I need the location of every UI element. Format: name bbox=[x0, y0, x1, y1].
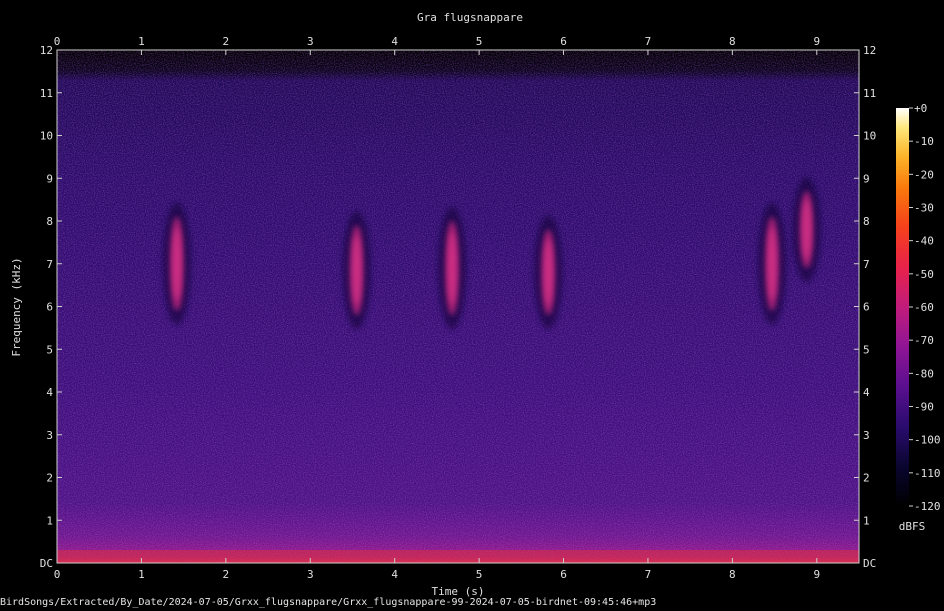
call-core bbox=[803, 200, 811, 259]
y-tick-label: 4 bbox=[46, 386, 53, 399]
y-tick-label-right: DC bbox=[863, 557, 876, 570]
x-tick-label: 0 bbox=[54, 568, 61, 581]
y-tick-label: 6 bbox=[46, 301, 53, 314]
x-tick-label: 4 bbox=[391, 568, 398, 581]
x-tick-label: 2 bbox=[223, 568, 230, 581]
x-tick-label: 1 bbox=[138, 568, 145, 581]
y-tick-label: 1 bbox=[46, 514, 53, 527]
x-tick-label: 5 bbox=[476, 568, 483, 581]
y-tick-label: 11 bbox=[40, 87, 53, 100]
x-tick-label-top: 5 bbox=[476, 35, 483, 48]
y-axis-label: Frequency (kHz) bbox=[10, 257, 23, 356]
plot-area bbox=[57, 50, 859, 563]
x-tick-label-top: 0 bbox=[54, 35, 61, 48]
call-core bbox=[173, 228, 181, 300]
colorbar-tick-label: -90 bbox=[914, 401, 934, 414]
chart-title: Gra flugsnappare bbox=[417, 11, 523, 24]
x-tick-label: 9 bbox=[813, 568, 820, 581]
y-tick-label-right: 3 bbox=[863, 429, 870, 442]
x-tick-label-top: 7 bbox=[645, 35, 652, 48]
file-path-footer: BirdSongs/Extracted/By_Date/2024-07-05/G… bbox=[0, 597, 657, 608]
colorbar-ticks: +0 -10 -20 -30 -40 -50 -60 -70 -80 -90 -100 -110 -12… bbox=[909, 102, 941, 513]
y-tick-label-right: 1 bbox=[863, 514, 870, 527]
y-tick-label-right: 11 bbox=[863, 87, 876, 100]
x-tick-label-top: 9 bbox=[813, 35, 820, 48]
colorbar-gradient bbox=[896, 108, 909, 506]
call-core bbox=[353, 236, 361, 304]
x-tick-label: 3 bbox=[307, 568, 314, 581]
colorbar-tick-label: -40 bbox=[914, 235, 934, 248]
y-tick-label-right: 4 bbox=[863, 386, 870, 399]
call-core bbox=[544, 240, 552, 305]
y-tick-label-right: 7 bbox=[863, 258, 870, 271]
x-tick-label-top: 3 bbox=[307, 35, 314, 48]
x-tick-label-top: 6 bbox=[560, 35, 567, 48]
colorbar-tick-label: -110 bbox=[914, 467, 941, 480]
colorbar-tick-label: -70 bbox=[914, 334, 934, 347]
y-tick-label-right: 5 bbox=[863, 343, 870, 356]
x-tick-label-top: 1 bbox=[138, 35, 145, 48]
y-tick-label: 10 bbox=[40, 130, 53, 143]
y-tick-label: DC bbox=[40, 557, 53, 570]
colorbar-tick-label: -120 bbox=[914, 500, 941, 513]
y-tick-label-right: 10 bbox=[863, 130, 876, 143]
x-axis-label: Time (s) bbox=[432, 585, 485, 597]
y-tick-label: 5 bbox=[46, 343, 53, 356]
call-core bbox=[448, 232, 456, 304]
y-tick-label: 2 bbox=[46, 472, 53, 485]
y-tick-label: 3 bbox=[46, 429, 53, 442]
colorbar-tick-label: -30 bbox=[914, 202, 934, 215]
call-core bbox=[768, 228, 776, 300]
colorbar-label: dBFS bbox=[899, 520, 926, 533]
y-tick-label: 7 bbox=[46, 258, 53, 271]
x-tick-label-top: 2 bbox=[223, 35, 230, 48]
colorbar-tick-label: -50 bbox=[914, 268, 934, 281]
dc-band bbox=[57, 550, 859, 563]
x-tick-label: 6 bbox=[560, 568, 567, 581]
y-tick-label: 12 bbox=[40, 44, 53, 57]
colorbar-tick-label: -80 bbox=[914, 367, 934, 380]
y-tick-label-right: 12 bbox=[863, 44, 876, 57]
y-tick-label-right: 8 bbox=[863, 215, 870, 228]
y-tick-label: 8 bbox=[46, 215, 53, 228]
x-tick-label: 8 bbox=[729, 568, 736, 581]
x-tick-label-top: 8 bbox=[729, 35, 736, 48]
colorbar-tick-label: -10 bbox=[914, 135, 934, 148]
colorbar-tick-label: -60 bbox=[914, 301, 934, 314]
y-tick-label-right: 9 bbox=[863, 172, 870, 185]
x-tick-label-top: 4 bbox=[391, 35, 398, 48]
colorbar-tick-label: -20 bbox=[914, 168, 934, 181]
y-tick-label-right: 2 bbox=[863, 472, 870, 485]
y-tick-label: 9 bbox=[46, 172, 53, 185]
y-tick-label-right: 6 bbox=[863, 301, 870, 314]
colorbar: +0 -10 -20 -30 -40 -50 -60 -70 -80 -90 -100 -110 -12… bbox=[896, 102, 941, 533]
colorbar-tick-label: +0 bbox=[914, 102, 927, 115]
colorbar-tick-label: -100 bbox=[914, 434, 941, 447]
x-tick-label: 7 bbox=[645, 568, 652, 581]
spectrogram-chart: Gra flugsnappare 0123456789 0123456789 D… bbox=[10, 11, 941, 597]
